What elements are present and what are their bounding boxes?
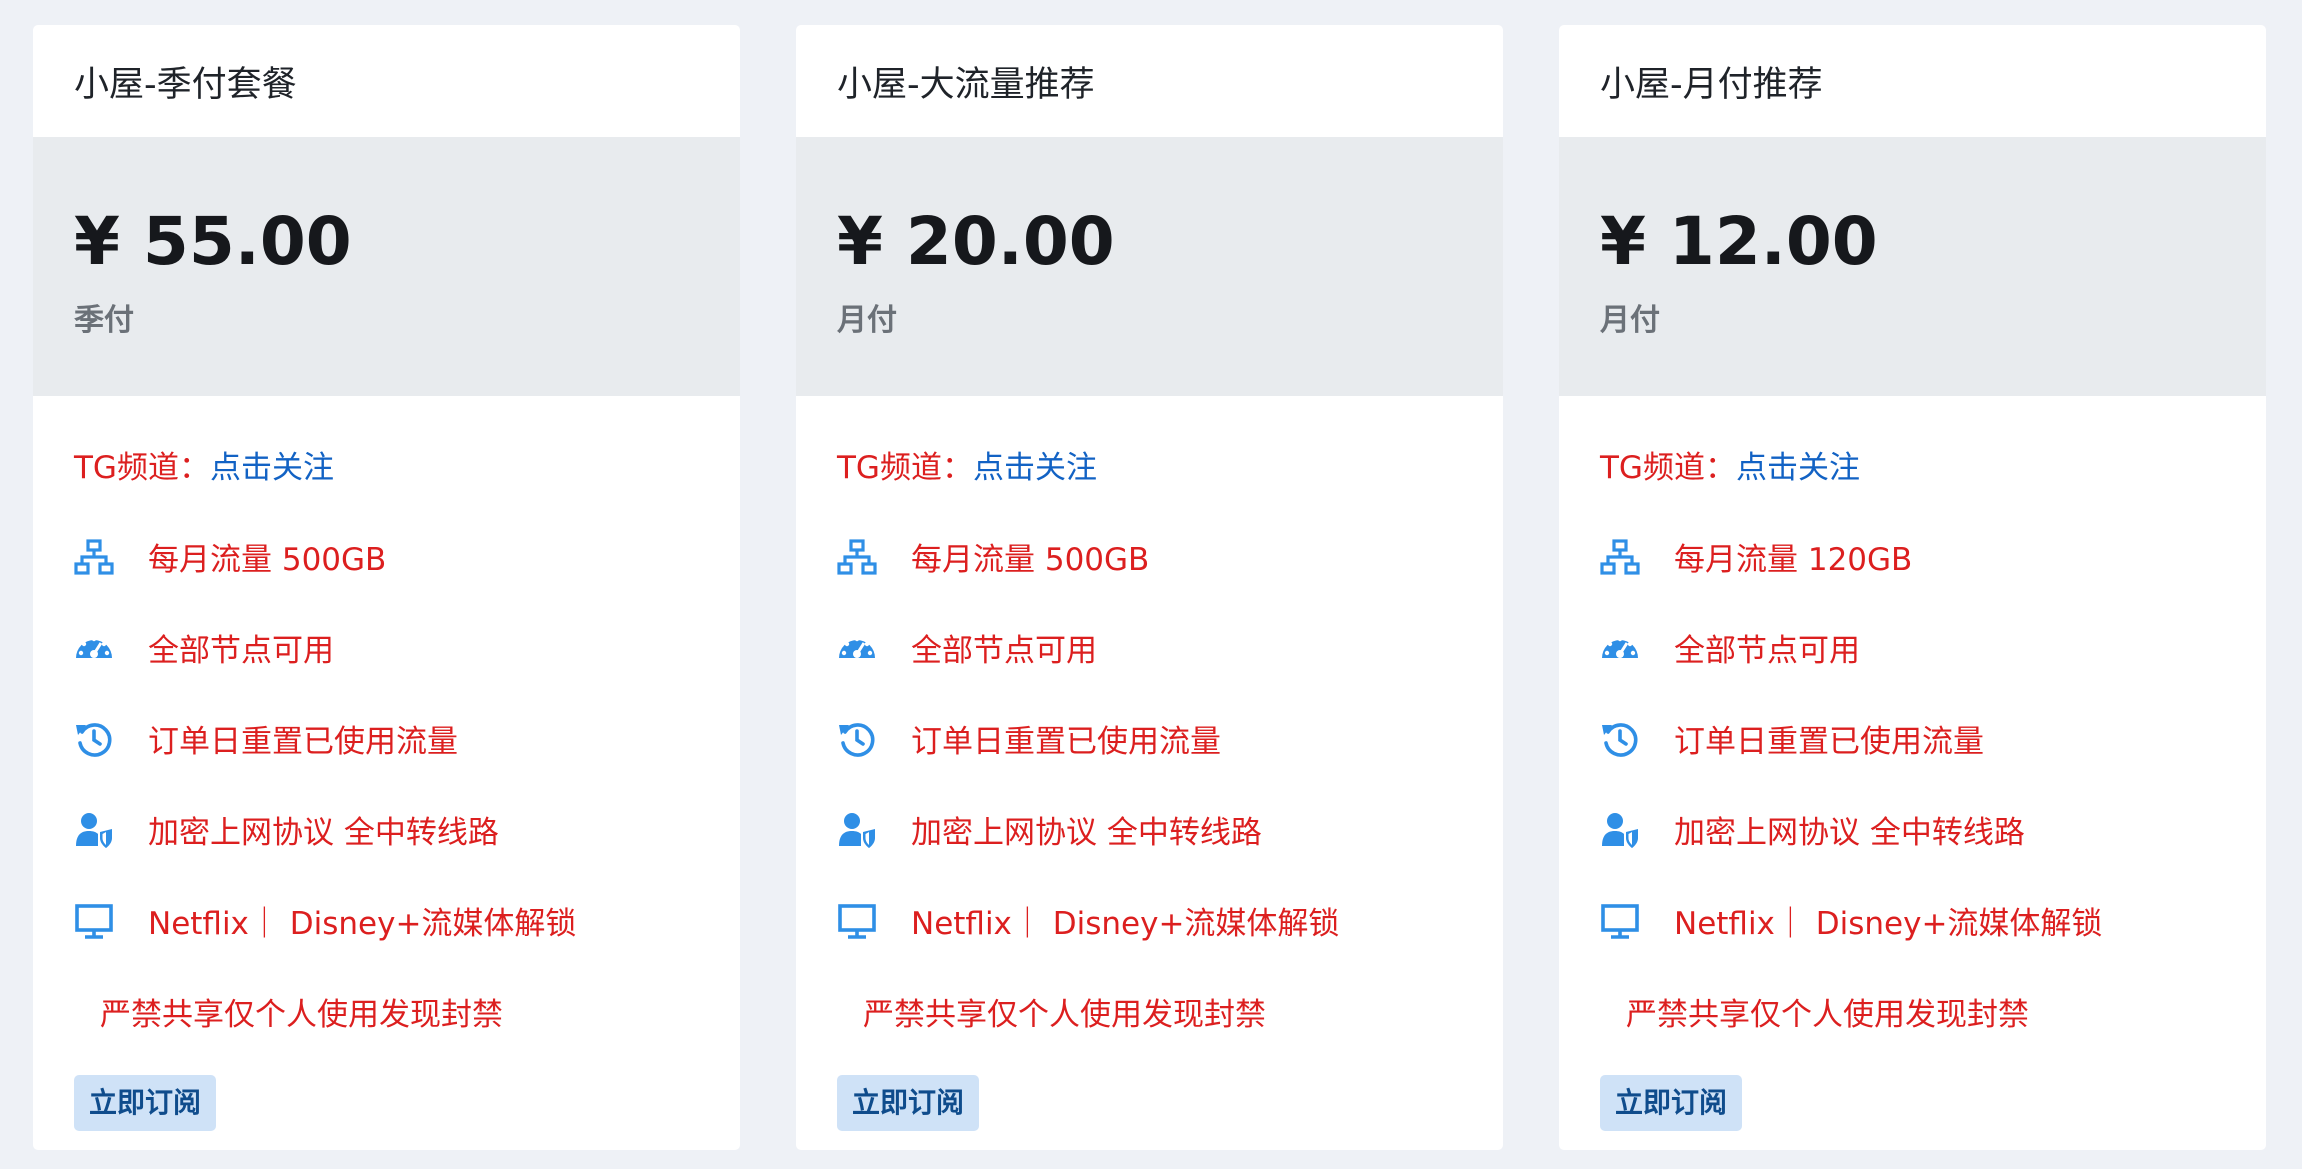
feature-traffic: 每月流量 500GB <box>837 511 1462 602</box>
feature-label: Netflix｜ Disney+流媒体解锁 <box>148 906 577 942</box>
feature-protocol: 加密上网协议 全中转线路 <box>74 784 699 875</box>
subscribe-button[interactable]: 立即订阅 <box>74 1075 217 1131</box>
feature-label: 严禁共享仅个人使用发现封禁 <box>100 997 503 1033</box>
plan-title: 小屋-月付推荐 <box>1600 64 1823 105</box>
feature-streaming: Netflix｜ Disney+流媒体解锁 <box>1600 875 2225 966</box>
feature-label: 全部节点可用 <box>911 633 1097 669</box>
tg-follow-link[interactable]: 点击关注 <box>973 442 1097 487</box>
plan-period: 月付 <box>1600 303 1660 338</box>
feature-label: 每月流量 500GB <box>911 542 1150 578</box>
plan-card: 小屋-季付套餐 ¥ 55.00 季付 TG频道： 点击关注 每月流量 500GB … <box>33 25 740 1150</box>
network-icon <box>74 537 114 577</box>
tg-channel: TG频道： 点击关注 <box>1600 396 2225 511</box>
history-icon <box>74 719 114 759</box>
feature-streaming: Netflix｜ Disney+流媒体解锁 <box>74 875 699 966</box>
feature-protocol: 加密上网协议 全中转线路 <box>1600 784 2225 875</box>
feature-nodes: 全部节点可用 <box>1600 602 2225 693</box>
feature-notice: 严禁共享仅个人使用发现封禁 <box>1600 966 2225 1057</box>
user-shield-icon <box>1600 810 1640 850</box>
feature-label: 全部节点可用 <box>1674 633 1860 669</box>
plan-card: 小屋-月付推荐 ¥ 12.00 月付 TG频道： 点击关注 每月流量 120GB … <box>1559 25 2266 1150</box>
feature-nodes: 全部节点可用 <box>74 602 699 693</box>
plan-list: 小屋-季付套餐 ¥ 55.00 季付 TG频道： 点击关注 每月流量 500GB … <box>0 0 2302 1169</box>
feature-notice: 严禁共享仅个人使用发现封禁 <box>837 966 1462 1057</box>
feature-list: TG频道：点击关注 每月流量 500GB 全部节点可用 订单日重置已使用流量 <box>33 396 740 1057</box>
feature-label: 全部节点可用 <box>148 633 334 669</box>
monitor-icon <box>74 901 114 941</box>
feature-notice: 严禁共享仅个人使用发现封禁 <box>74 966 699 1057</box>
plan-price: ¥ 20.00 <box>837 203 1115 280</box>
plan-period: 月付 <box>837 303 897 338</box>
feature-reset: 订单日重置已使用流量 <box>837 693 1462 784</box>
tg-channel: TG频道： 点击关注 <box>837 396 1462 511</box>
feature-label: 加密上网协议 全中转线路 <box>911 815 1262 851</box>
feature-reset: 订单日重置已使用流量 <box>74 693 699 784</box>
feature-reset: 订单日重置已使用流量 <box>1600 693 2225 784</box>
feature-label: 严禁共享仅个人使用发现封禁 <box>1626 997 2029 1033</box>
speedometer-icon <box>74 628 114 668</box>
network-icon <box>1600 537 1640 577</box>
price-block: ¥ 20.00 月付 <box>796 137 1503 396</box>
feature-label: Netflix｜ Disney+流媒体解锁 <box>1674 906 2103 942</box>
tg-channel-label: TG频道： <box>74 450 210 486</box>
speedometer-icon <box>1600 628 1640 668</box>
feature-label: 每月流量 120GB <box>1674 542 1913 578</box>
feature-streaming: Netflix｜ Disney+流媒体解锁 <box>837 875 1462 966</box>
history-icon <box>1600 719 1640 759</box>
feature-list: TG频道：点击关注 每月流量 120GB 全部节点可用 订单日重置已使用流量 <box>1559 396 2266 1057</box>
feature-list: TG频道：点击关注 每月流量 500GB 全部节点可用 订单日重置已使用流量 <box>796 396 1503 1057</box>
plan-price: ¥ 12.00 <box>1600 203 1878 280</box>
tg-channel-label: TG频道： <box>1600 450 1736 486</box>
network-icon <box>837 537 877 577</box>
tg-follow-link[interactable]: 点击关注 <box>210 442 334 487</box>
speedometer-icon <box>837 628 877 668</box>
plan-card: 小屋-大流量推荐 ¥ 20.00 月付 TG频道： 点击关注 每月流量 500GB… <box>796 25 1503 1150</box>
feature-label: Netflix｜ Disney+流媒体解锁 <box>911 906 1340 942</box>
feature-label: 严禁共享仅个人使用发现封禁 <box>863 997 1266 1033</box>
plan-period: 季付 <box>74 303 134 338</box>
price-block: ¥ 12.00 月付 <box>1559 137 2266 396</box>
price-block: ¥ 55.00 季付 <box>33 137 740 396</box>
feature-label: 订单日重置已使用流量 <box>1674 724 1984 760</box>
feature-traffic: 每月流量 120GB <box>1600 511 2225 602</box>
tg-follow-link[interactable]: 点击关注 <box>1736 442 1860 487</box>
user-shield-icon <box>837 810 877 850</box>
feature-label: 每月流量 500GB <box>148 542 387 578</box>
plan-title: 小屋-大流量推荐 <box>837 64 1095 105</box>
monitor-icon <box>1600 901 1640 941</box>
feature-label: 加密上网协议 全中转线路 <box>1674 815 2025 851</box>
subscribe-button[interactable]: 立即订阅 <box>1600 1075 1743 1131</box>
history-icon <box>837 719 877 759</box>
tg-channel-label: TG频道： <box>837 450 973 486</box>
feature-nodes: 全部节点可用 <box>837 602 1462 693</box>
subscribe-button[interactable]: 立即订阅 <box>837 1075 980 1131</box>
plan-title: 小屋-季付套餐 <box>74 64 297 105</box>
plan-price: ¥ 55.00 <box>74 203 352 280</box>
user-shield-icon <box>74 810 114 850</box>
feature-protocol: 加密上网协议 全中转线路 <box>837 784 1462 875</box>
monitor-icon <box>837 901 877 941</box>
feature-label: 订单日重置已使用流量 <box>911 724 1221 760</box>
tg-channel: TG频道： 点击关注 <box>74 396 699 511</box>
feature-traffic: 每月流量 500GB <box>74 511 699 602</box>
feature-label: 订单日重置已使用流量 <box>148 724 458 760</box>
feature-label: 加密上网协议 全中转线路 <box>148 815 499 851</box>
